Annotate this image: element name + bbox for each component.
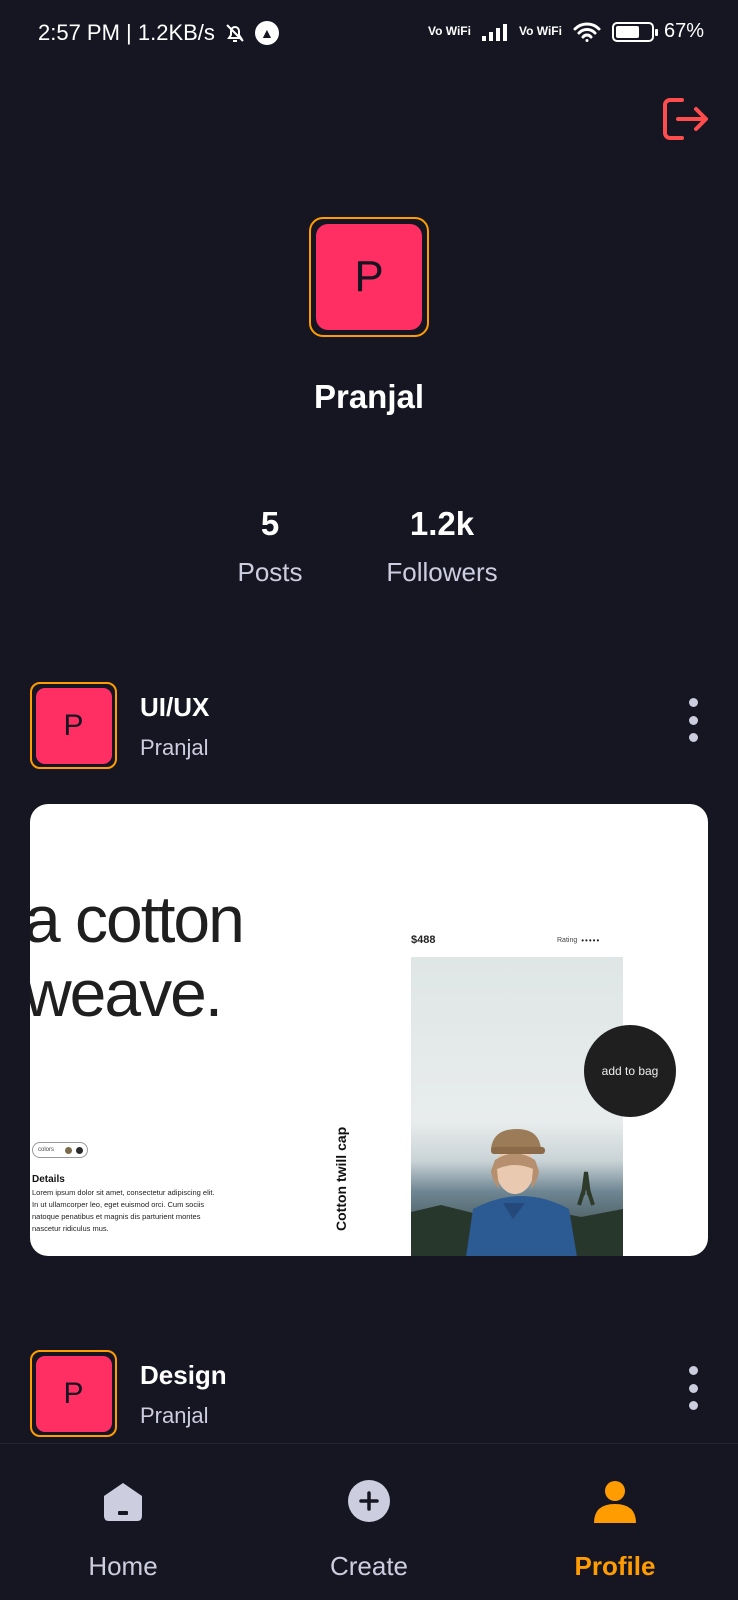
profile-avatar[interactable]: P xyxy=(309,217,429,337)
color-swatch-black xyxy=(76,1146,83,1154)
post-header-2: P Design Pranjal xyxy=(30,1350,710,1440)
nav-create-label: Create xyxy=(329,1551,409,1581)
thumbnail-vertical-title: Cotton twill cap xyxy=(333,1126,349,1231)
nav-home-label: Home xyxy=(88,1551,158,1581)
thumbnail-rating-label: Rating xyxy=(557,937,578,944)
nav-profile-label: Profile xyxy=(574,1551,656,1581)
thumbnail-rating-stars: ••••• xyxy=(581,936,601,945)
logout-button[interactable] xyxy=(660,96,710,142)
bell-off-icon xyxy=(226,24,244,42)
a-circle-icon: ▲ xyxy=(254,21,279,45)
thumbnail-details: Details Lorem ipsum dolor sit amet, cons… xyxy=(32,1174,222,1235)
post-author: Pranjal xyxy=(140,735,209,760)
color-swatch-olive xyxy=(65,1146,72,1154)
signal-icon xyxy=(481,23,507,41)
thumbnail-headline: a cotton weave. xyxy=(30,882,245,1030)
nav-create[interactable]: Create xyxy=(269,1444,469,1600)
add-to-bag-button: add to bag xyxy=(584,1025,676,1117)
stat-posts-value: 5 xyxy=(260,505,280,542)
post-avatar-initial-2: P xyxy=(35,1355,112,1432)
post-title-2: Design xyxy=(140,1360,227,1390)
post-avatar-initial: P xyxy=(35,687,112,764)
stat-posts-label: Posts xyxy=(237,557,303,587)
post-avatar[interactable]: P xyxy=(30,682,117,769)
vowifi-label: Vo WiFi xyxy=(427,24,471,38)
thumbnail-headline-line-1: a cotton xyxy=(30,882,245,956)
stat-followers-label: Followers xyxy=(386,557,498,587)
plus-icon xyxy=(346,1478,392,1524)
profile-icon xyxy=(592,1478,638,1524)
nav-profile[interactable]: Profile xyxy=(515,1444,715,1600)
battery-percent: 67% xyxy=(663,20,704,42)
battery-icon xyxy=(611,21,658,42)
thumbnail-colors-label: colors xyxy=(38,1147,55,1153)
stat-followers: 1.2k Followers xyxy=(362,505,522,588)
bottom-nav: Home Create Profile xyxy=(0,1443,738,1600)
profile-avatar-initial: P xyxy=(316,224,422,330)
thumbnail-colors: colors xyxy=(32,1142,88,1158)
thumbnail-details-title: Details xyxy=(32,1174,65,1185)
stat-followers-value: 1.2k xyxy=(409,505,475,542)
thumbnail-model-photo xyxy=(411,957,623,1256)
battery-fill xyxy=(615,25,639,38)
status-bar: 2:57 PM | 1.2KB/s ▲ Vo WiFi Vo WiFi 67% xyxy=(0,0,738,70)
thumbnail-details-text: Lorem ipsum dolor sit amet, consectetur … xyxy=(32,1188,215,1233)
post-author-2: Pranjal xyxy=(140,1403,209,1428)
profile-name: Pranjal xyxy=(313,378,425,415)
model-illustration xyxy=(411,1129,623,1256)
post-title: UI/UX xyxy=(140,692,210,722)
home-icon xyxy=(100,1478,146,1524)
vowifi-label-2: Vo WiFi xyxy=(518,24,562,38)
wifi-icon xyxy=(573,22,601,42)
profile-screen: 2:57 PM | 1.2KB/s ▲ Vo WiFi Vo WiFi 67% xyxy=(0,0,738,1600)
post-header: P UI/UX Pranjal xyxy=(30,682,710,772)
post-menu-icon-2[interactable] xyxy=(686,1366,700,1410)
status-time: 2:57 PM | 1.2KB/s xyxy=(38,20,215,45)
post-menu-icon[interactable] xyxy=(686,698,700,742)
post-thumbnail[interactable]: a cotton weave. $488 Rating ••••• add to… xyxy=(30,804,708,1256)
stat-posts: 5 Posts xyxy=(220,505,320,588)
logout-icon xyxy=(663,98,708,140)
status-right: Vo WiFi Vo WiFi 67% xyxy=(428,20,704,43)
nav-home[interactable]: Home xyxy=(23,1444,223,1600)
thumbnail-rating: Rating ••••• xyxy=(557,936,600,945)
thumbnail-price: $488 xyxy=(411,934,436,946)
status-left: 2:57 PM | 1.2KB/s ▲ xyxy=(38,20,279,46)
post-avatar-2[interactable]: P xyxy=(30,1350,117,1437)
thumbnail-headline-line-2: weave. xyxy=(30,956,223,1030)
